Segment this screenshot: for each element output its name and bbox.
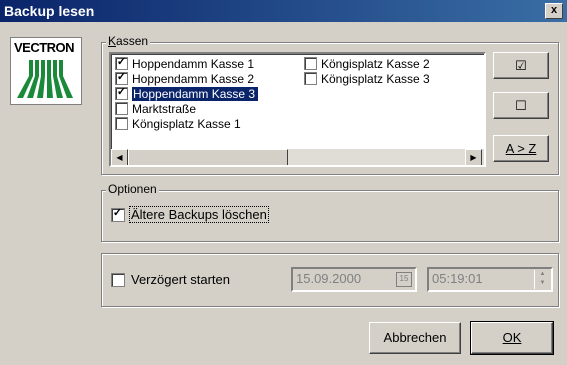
sort-button[interactable]: A > Z	[493, 135, 549, 162]
list-item[interactable]: ✓ Hoppendamm Kasse 2	[115, 71, 257, 86]
list-item[interactable]: Köngisplatz Kasse 2	[304, 56, 433, 71]
close-button[interactable]: x	[545, 3, 563, 19]
checkbox[interactable]	[304, 72, 317, 85]
kassen-legend-text: assen	[116, 34, 149, 48]
list-item-label: Köngisplatz Kasse 1	[132, 116, 241, 131]
list-item-label: Hoppendamm Kasse 3	[132, 86, 259, 101]
list-item-label: Marktstraße	[132, 101, 197, 116]
title-bar: Backup lesen x	[0, 0, 567, 22]
check-all-icon: ☑	[515, 58, 527, 73]
uncheck-all-button[interactable]: ☐	[493, 92, 549, 119]
delay-label: Verzögert starten	[131, 272, 230, 287]
window-title: Backup lesen	[4, 3, 95, 19]
delay-time-field[interactable]: 05:19:01 ▲ ▼	[427, 267, 553, 292]
kassen-list[interactable]: ✓ Hoppendamm Kasse 1 ✓ Hoppendamm Kasse …	[109, 52, 486, 167]
list-item-label: Köngisplatz Kasse 2	[321, 56, 430, 71]
optionen-legend: Optionen	[106, 182, 159, 196]
delay-option[interactable]: Verzögert starten	[111, 272, 230, 287]
sort-button-label: A > Z	[505, 141, 537, 156]
ok-button-label: OK	[502, 330, 522, 345]
checkbox[interactable]: ✓	[115, 72, 128, 85]
list-item[interactable]: Köngisplatz Kasse 1	[115, 116, 244, 131]
older-backups-label: Ältere Backups löschen	[129, 206, 269, 223]
checkbox[interactable]	[115, 117, 128, 130]
checkbox[interactable]	[304, 57, 317, 70]
check-all-button[interactable]: ☑	[493, 52, 549, 79]
delay-date-field[interactable]: 15.09.2000 15	[291, 267, 417, 292]
horizontal-scrollbar[interactable]: ◀ ▶	[111, 149, 484, 165]
list-item[interactable]: ✓ Hoppendamm Kasse 3	[115, 86, 261, 101]
delay-checkbox[interactable]	[111, 272, 125, 287]
delay-date-value: 15.09.2000	[296, 271, 362, 286]
checkbox[interactable]: ✓	[115, 57, 128, 70]
list-item-label: Köngisplatz Kasse 3	[321, 71, 430, 86]
list-item[interactable]: ✓ Hoppendamm Kasse 1	[115, 56, 257, 71]
list-item-label: Hoppendamm Kasse 1	[132, 56, 255, 71]
list-item[interactable]: Marktstraße	[115, 101, 199, 116]
calendar-icon[interactable]: 15	[396, 272, 412, 287]
scroll-left-icon[interactable]: ◀	[111, 149, 128, 165]
delay-time-value: 05:19:01	[432, 271, 483, 286]
uncheck-all-icon: ☐	[515, 98, 527, 113]
kassen-legend: Kassen	[106, 34, 151, 48]
scroll-right-icon[interactable]: ▶	[465, 149, 482, 165]
list-item-label: Hoppendamm Kasse 2	[132, 71, 255, 86]
older-backups-option[interactable]: ✓ Ältere Backups löschen	[111, 206, 269, 223]
scroll-thumb[interactable]	[128, 149, 288, 165]
ok-button[interactable]: OK	[470, 321, 554, 355]
cancel-button[interactable]: Abbrechen	[369, 322, 461, 354]
list-item[interactable]: Köngisplatz Kasse 3	[304, 71, 433, 86]
time-spinner-icon[interactable]: ▲ ▼	[534, 270, 550, 289]
checkbox[interactable]	[115, 102, 128, 115]
vectron-logo: VECTRON	[10, 37, 82, 105]
logo-graphic-icon	[17, 60, 73, 98]
cancel-button-label: Abbrechen	[383, 330, 447, 345]
older-backups-checkbox[interactable]: ✓	[111, 207, 125, 222]
checkbox[interactable]: ✓	[115, 87, 128, 100]
